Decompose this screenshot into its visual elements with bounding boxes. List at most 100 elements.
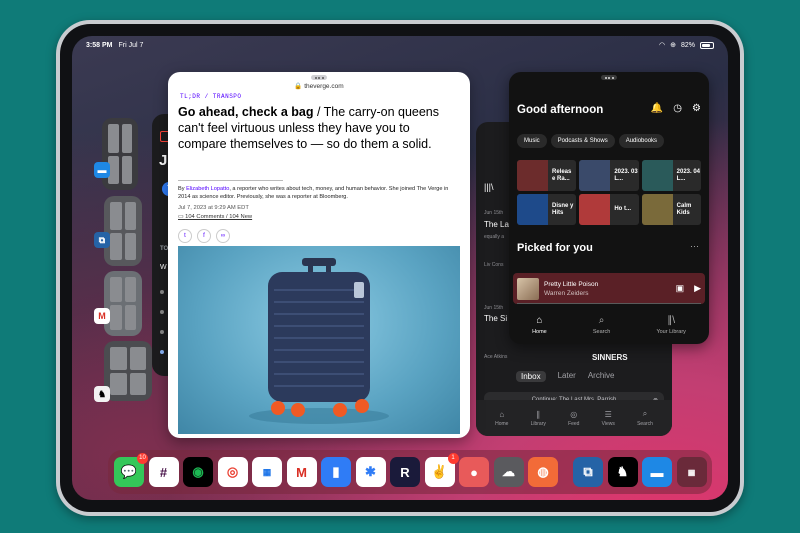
tab-feed[interactable]: ◎ Feed xyxy=(568,410,579,427)
episode-title[interactable]: The La xyxy=(484,220,509,229)
byline-prefix: By xyxy=(178,186,187,192)
byline: By Elizabeth Lopatto, a reporter who wri… xyxy=(178,186,460,201)
tab-views[interactable]: ☰ Views xyxy=(602,410,615,427)
stage-window-thumb-3[interactable] xyxy=(104,271,142,336)
library-icon: ∥\ xyxy=(667,315,676,326)
verge-browser-window[interactable]: 🔒 theverge.com TL;DR / TRANSPO Go ahead,… xyxy=(168,72,470,438)
recent-tile[interactable]: Releas e Ra... xyxy=(517,160,577,191)
more-icon[interactable]: ··· xyxy=(690,241,699,251)
episode-date: Jun 15th xyxy=(484,210,504,216)
bell-icon[interactable]: 🔔 xyxy=(651,103,663,114)
tab-home[interactable]: ⌂ Home xyxy=(495,410,508,427)
ipad-frame: 3:58 PM Fri Jul 7 ◠ ⊕ 82% ▬ ⧉ M ♞ W |||\… xyxy=(56,20,744,516)
episode-author: Liv Cons xyxy=(484,262,504,268)
chip-audiobooks[interactable]: Audiobooks xyxy=(618,134,665,148)
author-link[interactable]: Elizabeth Lopatto xyxy=(186,186,229,192)
bookmark-icon: ▮ xyxy=(332,464,340,479)
battery-icon xyxy=(700,41,714,49)
wavelength-app[interactable]: ◍ xyxy=(528,457,558,487)
headline-bold: Go ahead, check a bag xyxy=(178,105,314,119)
segment-inbox[interactable]: Inbox xyxy=(516,371,546,382)
now-playing-bar[interactable]: Pretty Little Poison Warren Zeiders ▣ ▶ xyxy=(513,273,705,304)
spotify-window[interactable]: Good afternoon 🔔 ◷ ⚙ Music Podcasts & Sh… xyxy=(509,72,709,344)
gear-icon[interactable]: ⚙ xyxy=(692,103,701,114)
overflow-app[interactable]: ⧉ xyxy=(573,457,603,487)
copy-link-button[interactable]: ∞ xyxy=(216,229,230,243)
twitter-share-button[interactable]: t xyxy=(178,229,192,243)
recent-apps[interactable]: ▦ xyxy=(676,457,707,487)
kindle-app-icon: ♞ xyxy=(94,386,110,402)
tab-library[interactable]: ∥\ Your Library xyxy=(656,315,685,335)
facebook-share-button[interactable]: f xyxy=(197,229,211,243)
ipad-screen: 3:58 PM Fri Jul 7 ◠ ⊕ 82% ▬ ⧉ M ♞ W |||\… xyxy=(72,36,728,500)
url-text: theverge.com xyxy=(304,83,344,90)
episode-snippet: equally a xyxy=(484,234,505,240)
calendar-event[interactable]: W xyxy=(160,264,167,271)
chip-music[interactable]: Music xyxy=(517,134,547,148)
recent-tile[interactable]: Calm Kids xyxy=(641,194,701,225)
recent-tile[interactable]: Disne y Hits xyxy=(517,194,577,225)
recent-tile[interactable]: Ho t... xyxy=(579,194,639,225)
chrome-app[interactable]: ◎ xyxy=(217,457,248,487)
album-art xyxy=(517,277,539,300)
peace-hand-icon: ✌ xyxy=(431,464,448,479)
peace-app[interactable]: ✌ 1 xyxy=(424,453,459,487)
reader-app[interactable]: R xyxy=(390,457,420,487)
calendar-app[interactable]: ▦ xyxy=(252,457,282,487)
comments-link[interactable]: ▭ 104 Comments / 104 New xyxy=(178,214,252,220)
status-time: 3:58 PM xyxy=(86,41,113,49)
tile-art xyxy=(641,194,673,225)
spotify-app[interactable]: ◉ xyxy=(183,457,213,487)
url-bar[interactable]: 🔒 theverge.com xyxy=(168,82,470,90)
kindle-app[interactable]: ♞ xyxy=(607,457,638,487)
podcasts-tab-bar: ⌂ Home ∥ Library ◎ Feed ☰ Views ⌕ Search xyxy=(476,400,672,436)
recent-tile[interactable]: 2023. 03 L... xyxy=(579,160,639,191)
recent-tile[interactable]: 2023. 04 L... xyxy=(641,160,701,191)
tab-label: Library xyxy=(530,420,546,427)
chip-podcasts[interactable]: Podcasts & Shows xyxy=(550,134,615,148)
window-grabber[interactable] xyxy=(311,75,327,80)
mela-app[interactable]: ✱ xyxy=(355,457,386,487)
stage-window-thumb-1[interactable] xyxy=(102,118,138,190)
cloud-icon: ☁ xyxy=(502,464,515,479)
feed-icon: ◎ xyxy=(570,409,578,419)
tab-search[interactable]: ⌕ Search xyxy=(637,409,653,427)
share-buttons: t f ∞ xyxy=(178,229,230,243)
episode-title[interactable]: The Si xyxy=(484,314,507,323)
tile-art xyxy=(517,194,548,225)
devices-icon[interactable]: ▣ xyxy=(676,283,685,294)
window-grabber[interactable] xyxy=(601,75,617,80)
segment-later[interactable]: Later xyxy=(558,371,576,382)
play-icon[interactable]: ▶ xyxy=(694,283,701,294)
tab-label: Search xyxy=(637,421,653,427)
segment-archive[interactable]: Archive xyxy=(588,371,615,382)
slack-app[interactable]: # xyxy=(148,457,179,487)
ipad-bezel: 3:58 PM Fri Jul 7 ◠ ⊕ 82% ▬ ⧉ M ♞ W |||\… xyxy=(60,24,740,512)
segment-control: Inbox Later Archive xyxy=(516,371,615,382)
files-app[interactable]: ▬ xyxy=(642,457,672,487)
gmail-app[interactable]: M xyxy=(286,457,317,487)
tab-library[interactable]: ∥ Library xyxy=(531,410,546,427)
home-icon: ⌂ xyxy=(499,409,505,419)
track-artist: Warren Zeiders xyxy=(544,289,589,297)
bookmark-app[interactable]: ▮ xyxy=(321,457,351,487)
event-dot xyxy=(160,290,164,294)
tab-search[interactable]: ⌕ Search xyxy=(593,315,610,335)
comments-text: 104 Comments / 104 New xyxy=(185,214,253,220)
reader-icon: R xyxy=(400,464,410,480)
messages-app[interactable]: 💬 10 xyxy=(114,453,148,487)
history-icon[interactable]: ◷ xyxy=(673,103,682,114)
article-kicker[interactable]: TL;DR / TRANSPO xyxy=(180,93,242,100)
stage-window-thumb-4[interactable] xyxy=(104,341,152,401)
tile-art xyxy=(579,194,611,225)
section-title: Picked for you xyxy=(517,242,593,254)
stage-window-thumb-2[interactable] xyxy=(104,196,142,266)
recent-tiles: Releas e Ra... 2023. 03 L... 2023. 04 L.… xyxy=(517,160,701,225)
tile-label: Ho t... xyxy=(614,206,631,212)
filter-chips: Music Podcasts & Shows Audiobooks xyxy=(517,134,665,148)
opal-app[interactable]: ● xyxy=(459,457,489,487)
circle-icon: ● xyxy=(470,464,478,480)
event-dot xyxy=(160,310,164,314)
tab-home[interactable]: ⌂ Home xyxy=(532,315,547,335)
cloud-app[interactable]: ☁ xyxy=(493,457,524,487)
